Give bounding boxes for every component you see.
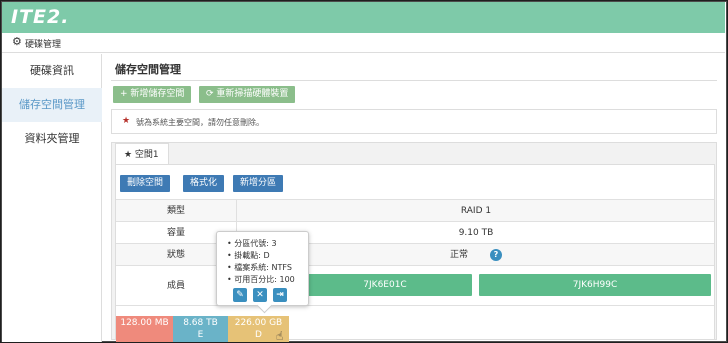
status-cell: 正常? <box>238 244 714 265</box>
popover-partition-id: • 分區代號: 3 <box>227 239 277 248</box>
sidebar: 硬碟資訊 儲存空間管理 資料夾管理 <box>2 54 102 342</box>
status-value: 正常 <box>449 250 468 260</box>
breadcrumb-label: 硬碟管理 <box>25 40 62 50</box>
popover-filesystem: • 檔案系統: NTFS <box>227 263 292 272</box>
app-window: ITE2. ⚙ 硬碟管理 硬碟資訊 儲存空間管理 資料夾管理 儲存空間管理 + … <box>0 0 728 343</box>
edit-icon[interactable]: ✎ <box>233 288 247 302</box>
notice-text: 號為系統主要空間，請勿任意刪除。 <box>136 118 264 127</box>
partition-popover: • 分區代號: 3 • 掛載點: D • 檔案系統: NTFS • 可用百分比:… <box>216 231 309 306</box>
capacity-value: 9.10 TB <box>458 228 494 238</box>
partition-2-letter: E <box>197 330 204 340</box>
sidebar-item-disk-info[interactable]: 硬碟資訊 <box>2 54 102 88</box>
page-title: 儲存空間管理 <box>115 63 181 76</box>
breadcrumb: ⚙ 硬碟管理 <box>2 33 725 53</box>
table-row-status: 狀態 正常? <box>116 243 714 265</box>
space-panel: 刪除空間 格式化 新增分區 類型 RAID 1 容量 9.10 TB 狀態 正常… <box>115 164 715 340</box>
type-value: RAID 1 <box>460 206 492 216</box>
type-label: 類型 <box>116 200 237 221</box>
hand-cursor-icon: ☝ <box>276 329 284 343</box>
table-row-type: 類型 RAID 1 <box>116 199 714 221</box>
partition-2-size: 8.68 TB <box>183 318 218 328</box>
partition-1-size: 128.00 MB <box>120 318 169 328</box>
popover-free-percent: • 可用百分比: 100 <box>227 275 295 284</box>
member-disk-2[interactable]: 7JK6H99C <box>479 274 711 296</box>
help-icon[interactable]: ? <box>490 249 502 261</box>
table-row-members: 成員 7JK6E01C 7JK6H99C <box>116 265 714 305</box>
delete-icon[interactable]: ✕ <box>253 288 267 302</box>
space-tabs: ★ 空間1 刪除空間 格式化 新增分區 類型 RAID 1 容量 9.10 TB… <box>111 142 717 340</box>
title-divider <box>111 80 717 81</box>
add-partition-button[interactable]: 新增分區 <box>233 175 284 192</box>
top-bar: ITE2. <box>2 2 725 33</box>
tab-space1[interactable]: ★ 空間1 <box>115 143 169 165</box>
partition-segment-1[interactable]: 128.00 MB <box>116 316 173 342</box>
member-disk-1[interactable]: 7JK6E01C <box>298 274 472 296</box>
gear-icon: ⚙ <box>12 35 22 48</box>
notice-box: ★ 號為系統主要空間，請勿任意刪除。 <box>111 109 717 134</box>
unmount-icon[interactable]: ⇥ <box>273 288 287 302</box>
partition-segment-2[interactable]: 8.68 TB E <box>173 316 228 342</box>
star-icon: ★ <box>122 116 131 126</box>
partition-3-size: 226.00 GB <box>234 318 283 328</box>
rescan-button[interactable]: ⟳ 重新掃描硬體裝置 <box>199 86 296 103</box>
logo: ITE2. <box>11 6 70 28</box>
delete-space-button[interactable]: 刪除空間 <box>120 175 171 192</box>
sidebar-item-storage[interactable]: 儲存空間管理 <box>2 88 102 122</box>
main-content: 儲存空間管理 + 新增儲存空間 ⟳ 重新掃描硬體裝置 ★ 號為系統主要空間，請勿… <box>103 54 725 342</box>
partition-bar: 128.00 MB 8.68 TB E 226.00 GB D <box>116 316 716 342</box>
add-space-button[interactable]: + 新增儲存空間 <box>113 86 192 103</box>
sidebar-item-folders[interactable]: 資料夾管理 <box>2 122 102 156</box>
format-button[interactable]: 格式化 <box>183 175 225 192</box>
popover-mount-point: • 掛載點: D <box>227 251 270 260</box>
table-row-capacity: 容量 9.10 TB <box>116 221 714 243</box>
